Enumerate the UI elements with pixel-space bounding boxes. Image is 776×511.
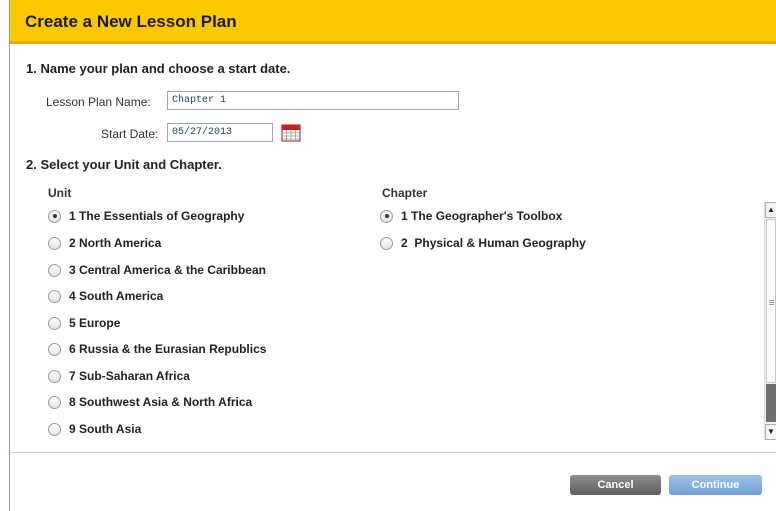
scrollbar-grip xyxy=(769,300,774,301)
radio-button-checked[interactable] xyxy=(48,209,61,223)
unit-option-5[interactable]: 5 Europe xyxy=(48,316,120,330)
lesson-plan-dialog: Create a New Lesson Plan 1. Name your pl… xyxy=(9,0,776,511)
unit-option-8[interactable]: 8 Southwest Asia & North Africa xyxy=(48,395,252,409)
unit-number: 9 xyxy=(69,422,76,436)
unit-number: 8 xyxy=(69,395,76,409)
unit-number: 5 xyxy=(69,316,76,330)
calendar-icon[interactable] xyxy=(281,124,301,142)
unit-option-3[interactable]: 3 Central America & the Caribbean xyxy=(48,263,266,277)
radio-button[interactable] xyxy=(48,342,61,356)
unit-number: 6 xyxy=(69,342,76,356)
lesson-plan-name-input[interactable]: Chapter 1 xyxy=(167,91,459,110)
scroll-up-arrow-icon[interactable]: ▲ xyxy=(765,202,776,218)
unit-option-1[interactable]: 1 The Essentials of Geography xyxy=(48,209,244,223)
unit-label: North America xyxy=(79,236,162,250)
unit-option-2[interactable]: 2 North America xyxy=(48,236,161,250)
unit-option-4[interactable]: 4 South America xyxy=(48,289,163,303)
header-divider xyxy=(10,41,776,44)
start-date-label: Start Date: xyxy=(101,127,159,141)
section-2-heading: 2. Select your Unit and Chapter. xyxy=(26,157,222,172)
scrollbar-grip xyxy=(769,302,774,303)
chapter-column-header: Chapter xyxy=(382,186,428,200)
lesson-plan-name-label: Lesson Plan Name: xyxy=(46,95,151,109)
unit-option-9[interactable]: 9 South Asia xyxy=(48,422,141,436)
radio-button[interactable] xyxy=(380,236,393,250)
continue-button[interactable]: Continue xyxy=(669,475,762,495)
unit-column-header: Unit xyxy=(48,186,72,200)
radio-button-checked[interactable] xyxy=(380,209,393,223)
footer-divider xyxy=(10,452,776,453)
chapter-label: Physical & Human Geography xyxy=(411,236,586,250)
unit-number: 2 xyxy=(69,236,76,250)
unit-number: 7 xyxy=(69,369,76,383)
section-1-heading: 1. Name your plan and choose a start dat… xyxy=(26,61,291,76)
radio-button[interactable] xyxy=(48,316,61,330)
unit-label: South America xyxy=(79,289,164,303)
unit-number: 1 xyxy=(69,209,76,223)
unit-label: Russia & the Eurasian Republics xyxy=(79,342,267,356)
radio-button[interactable] xyxy=(48,263,61,277)
scroll-down-arrow-icon[interactable]: ▼ xyxy=(765,424,776,440)
start-date-input[interactable]: 05/27/2013 xyxy=(167,123,273,142)
scrollbar-grip xyxy=(769,304,774,305)
unit-label: Sub-Saharan Africa xyxy=(79,369,190,383)
dialog-header: Create a New Lesson Plan xyxy=(10,0,776,44)
unit-number: 4 xyxy=(69,289,76,303)
unit-option-7[interactable]: 7 Sub-Saharan Africa xyxy=(48,369,190,383)
unit-option-6[interactable]: 6 Russia & the Eurasian Republics xyxy=(48,342,266,356)
dialog-title: Create a New Lesson Plan xyxy=(25,12,237,31)
unit-label: Central America & the Caribbean xyxy=(79,263,266,277)
unit-label: South Asia xyxy=(79,422,142,436)
chapter-number: 2 xyxy=(401,236,408,250)
radio-button[interactable] xyxy=(48,422,61,436)
radio-button[interactable] xyxy=(48,289,61,303)
chapter-option-1[interactable]: 1 The Geographer's Toolbox xyxy=(380,209,562,223)
list-scrollbar[interactable]: ▲ ▼ xyxy=(764,202,776,440)
unit-number: 3 xyxy=(69,263,76,277)
radio-button[interactable] xyxy=(48,395,61,409)
radio-button[interactable] xyxy=(48,369,61,383)
unit-label: Southwest Asia & North Africa xyxy=(79,395,253,409)
cancel-button[interactable]: Cancel xyxy=(570,475,661,495)
chapter-option-2[interactable]: 2 Physical & Human Geography xyxy=(380,236,586,250)
chapter-label: The Geographer's Toolbox xyxy=(411,209,563,223)
scrollbar-track[interactable] xyxy=(766,384,776,422)
radio-button[interactable] xyxy=(48,236,61,250)
unit-label: Europe xyxy=(79,316,121,330)
scrollbar-thumb[interactable] xyxy=(766,219,776,383)
chapter-number: 1 xyxy=(401,209,408,223)
unit-label: The Essentials of Geography xyxy=(79,209,245,223)
